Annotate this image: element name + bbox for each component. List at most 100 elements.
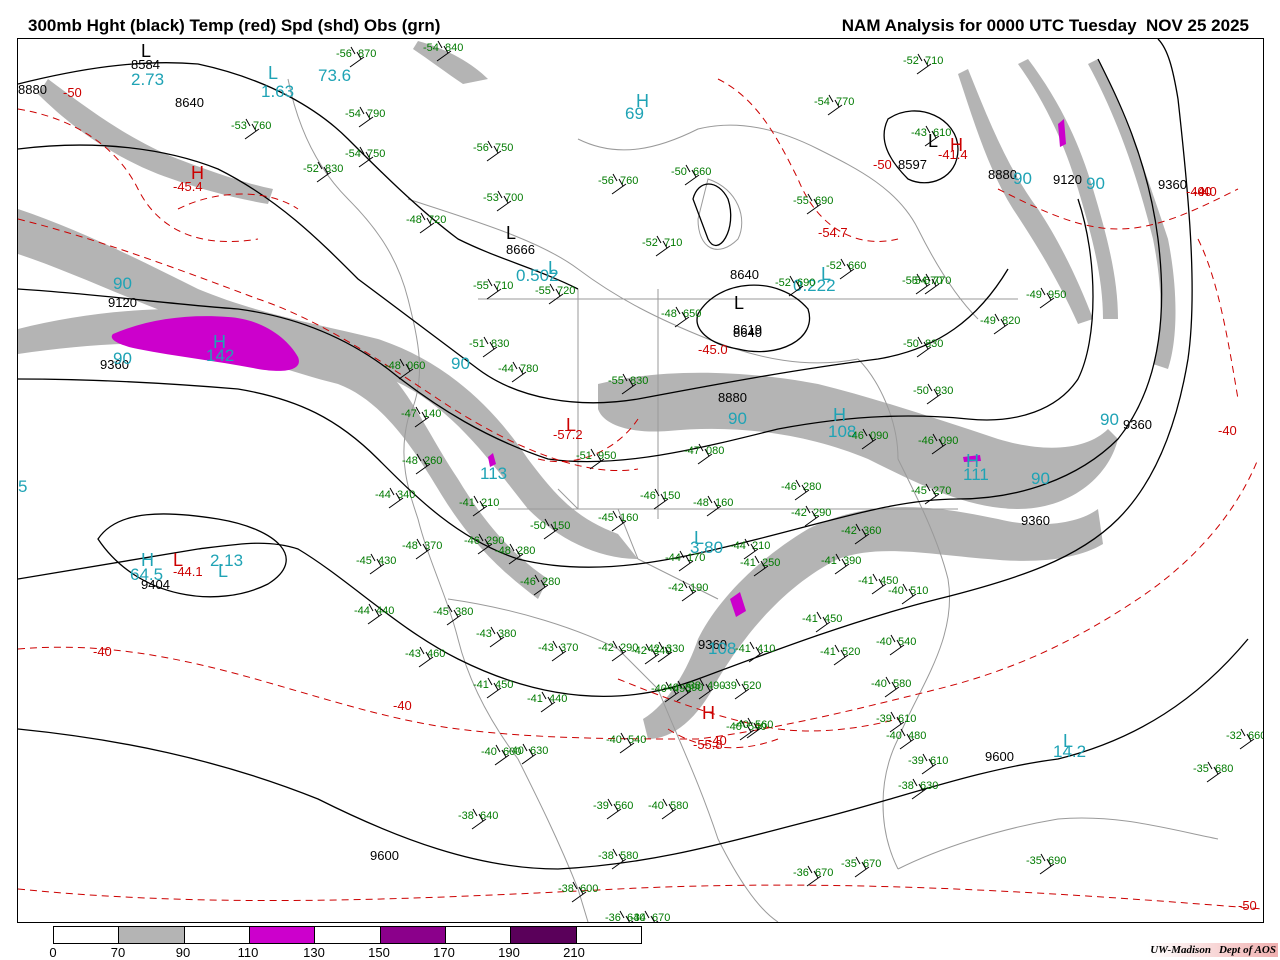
obs-temp: -54 xyxy=(911,275,927,287)
obs-temp: -42 xyxy=(668,582,684,594)
pressure-center-marker: L xyxy=(173,550,183,570)
pressure-center-marker: H xyxy=(213,332,226,352)
pressure-center-marker: L xyxy=(694,528,704,548)
obs-temp: -50 xyxy=(903,338,919,350)
obs-temp: -50 xyxy=(913,385,929,397)
pressure-center-marker: H xyxy=(636,91,649,111)
obs-temp: -40 xyxy=(663,682,679,694)
obs-temp: -52 xyxy=(903,55,919,67)
obs-temp: -51 xyxy=(469,338,485,350)
speed-colorbar xyxy=(53,926,642,944)
obs-temp: -44 xyxy=(375,489,391,501)
obs-temp: -55 xyxy=(793,195,809,207)
obs-temp: -53 xyxy=(231,120,247,132)
obs-temp: -40 xyxy=(888,585,904,597)
height-label: 8880 xyxy=(718,390,747,405)
station-observations: -56 870 -54 840-54 790-53 760-54 750-52 830-56 7… xyxy=(231,40,1263,922)
obs-temp: -34 xyxy=(630,912,646,922)
obs-temp: -40 xyxy=(886,730,902,742)
obs-temp: -56 xyxy=(598,175,614,187)
height-label: 9600 xyxy=(985,749,1014,764)
obs-temp: -47 xyxy=(684,445,700,457)
obs-temp: -46 xyxy=(520,576,536,588)
height-label: 9360 xyxy=(1021,513,1050,528)
credit-dept: Dept of AOS xyxy=(1218,944,1276,956)
pressure-center-marker: H xyxy=(966,451,979,471)
temperature-label: -50 xyxy=(873,157,892,172)
temperature-label: -40 xyxy=(1218,423,1237,438)
colorbar-tick-label: 70 xyxy=(110,945,126,960)
obs-temp: -41 xyxy=(735,643,751,655)
obs-temp: -48 xyxy=(495,545,511,557)
speed-label: 2.73 xyxy=(131,70,164,89)
height-label: 9360 xyxy=(1158,177,1187,192)
obs-temp: -40 xyxy=(876,636,892,648)
obs-temp: -56 xyxy=(473,142,489,154)
height-label: 8640 xyxy=(730,267,759,282)
speed-label: 1.63 xyxy=(261,82,294,101)
colorbar-tick-label: 110 xyxy=(237,945,259,960)
obs-temp: -55 xyxy=(608,375,624,387)
colorbar-segment xyxy=(315,927,381,943)
speed-label: 90 xyxy=(1013,169,1032,188)
obs-temp: -36 xyxy=(605,912,621,922)
obs-temp: -41 xyxy=(820,646,836,658)
obs-temp: -44 xyxy=(354,605,370,617)
speed-label: 108 xyxy=(708,639,736,658)
obs-temp: -56 xyxy=(336,48,352,60)
obs-temp: -44 xyxy=(665,552,681,564)
temperature-label: -40 xyxy=(1186,184,1205,199)
obs-temp: -50 xyxy=(671,166,687,178)
obs-temp: -54 xyxy=(345,108,361,120)
speed-label: 90 xyxy=(113,274,132,293)
obs-temp: -38 xyxy=(598,850,614,862)
obs-temp: -32 xyxy=(1226,730,1242,742)
height-label: 9360 xyxy=(1123,417,1152,432)
colorbar-tick-label: 150 xyxy=(368,945,390,960)
colorbar-segment xyxy=(380,927,446,943)
speed-label: 90 xyxy=(1031,469,1050,488)
obs-temp: -36 xyxy=(793,867,809,879)
temperature-label: -45.0 xyxy=(698,342,728,357)
colorbar-tick-label: 0 xyxy=(49,945,57,960)
colorbar-segment xyxy=(249,927,316,943)
obs-temp: -38 xyxy=(558,883,574,895)
obs-temp: -48 xyxy=(693,497,709,509)
obs-temp: -38 xyxy=(685,680,701,692)
obs-temp: -49 xyxy=(980,315,996,327)
obs-temp: -51 xyxy=(576,450,592,462)
obs-temp: -40 xyxy=(871,678,887,690)
obs-temp: -42 xyxy=(791,507,807,519)
obs-temp: -40 xyxy=(481,746,497,758)
obs-temp: -41 xyxy=(527,693,543,705)
obs-temp: -50 xyxy=(530,520,546,532)
obs-temp: -38 xyxy=(898,780,914,792)
obs-temp: -48 xyxy=(402,455,418,467)
pressure-center-marker: L xyxy=(141,41,151,61)
pressure-center-marker: L xyxy=(548,258,558,278)
valid-time: NAM Analysis for 0000 UTC Tuesday NOV 25… xyxy=(841,16,1249,35)
credit-org: UW-Madison xyxy=(1150,944,1211,956)
geography xyxy=(287,78,1219,922)
obs-temp: -42 xyxy=(598,642,614,654)
obs-temp: -52 xyxy=(826,260,842,272)
obs-temp: -42 xyxy=(841,525,857,537)
height-label: 8666 xyxy=(506,242,535,257)
pressure-center-marker: L xyxy=(506,223,516,243)
obs-temp: -41 xyxy=(858,575,874,587)
temperature-label: -54.7 xyxy=(818,225,848,240)
obs-temp: -40 xyxy=(508,745,524,757)
obs-temp: -35 xyxy=(1026,855,1042,867)
obs-temp: -41 xyxy=(473,679,489,691)
obs-temp: -39 xyxy=(593,800,609,812)
height-label: 8597 xyxy=(898,157,927,172)
temperature-label: -40 xyxy=(93,644,112,659)
obs-temp: -41 xyxy=(740,557,756,569)
colorbar-segment xyxy=(119,927,185,943)
obs-temp: -44 xyxy=(730,540,746,552)
temperature-label: -50 xyxy=(1238,898,1257,913)
speed-shading xyxy=(18,41,1176,739)
obs-temp: -42 xyxy=(644,643,660,655)
obs-temp: -54 xyxy=(423,42,439,54)
obs-temp: -48 xyxy=(406,214,422,226)
